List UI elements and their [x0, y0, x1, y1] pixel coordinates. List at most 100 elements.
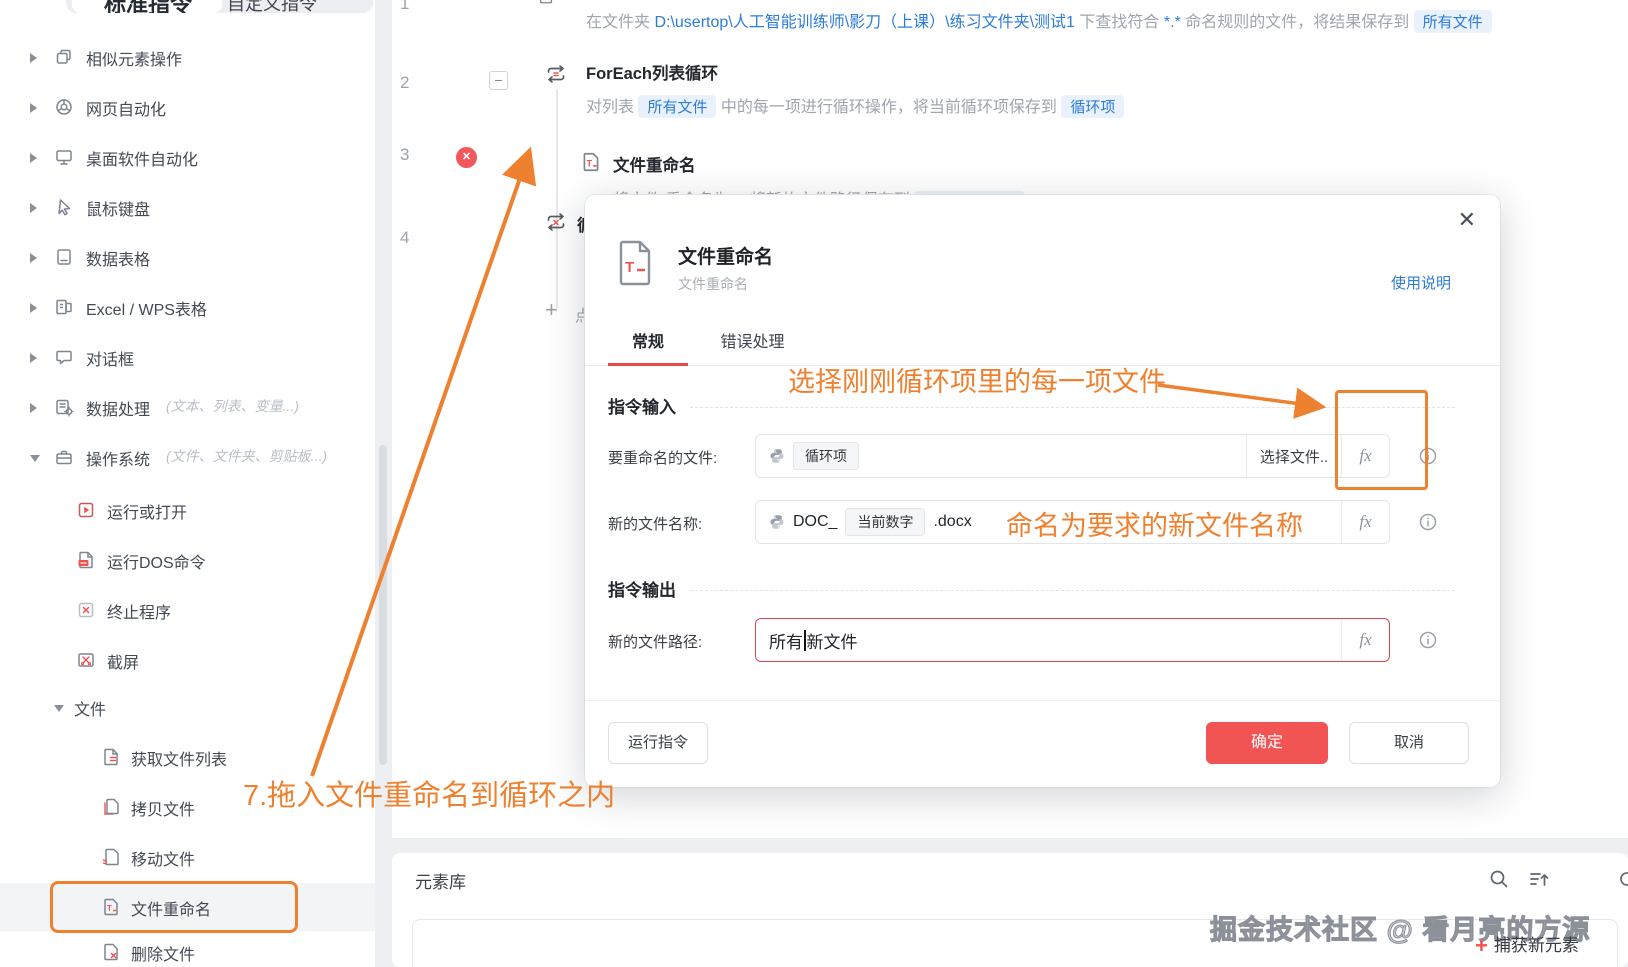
info-icon[interactable]	[1418, 630, 1438, 650]
rename-file-icon: T	[101, 897, 121, 917]
fx-button[interactable]: fx	[1341, 619, 1389, 661]
fx-button[interactable]: fx	[1341, 501, 1389, 543]
sidebar-item-excel-wps[interactable]: Excel / WPS表格	[0, 283, 375, 331]
footer-divider	[585, 700, 1500, 701]
sidebar-item-web-automation[interactable]: 网页自动化	[0, 83, 375, 131]
sort-icon[interactable]	[1528, 868, 1550, 890]
sidebar-item-move-file[interactable]: 移动文件	[0, 833, 375, 881]
flow-step3-title[interactable]: 文件重命名	[613, 152, 696, 176]
annotation-select-note: 选择刚刚循环项里的每一项文件	[788, 367, 1166, 397]
sidebar-item-data-table[interactable]: 数据表格	[0, 233, 375, 281]
web-automation-icon	[54, 97, 74, 117]
chevron-right-icon	[30, 203, 37, 213]
collapse-toggle[interactable]: −	[489, 71, 508, 90]
filename-suffix: .docx	[933, 513, 972, 530]
capture-new-element[interactable]: + 捕获新元素	[1475, 931, 1579, 959]
chevron-down-icon	[54, 705, 64, 712]
dialog-subtitle: 文件重命名	[678, 276, 748, 292]
briefcase-icon	[54, 447, 74, 467]
sidebar-item-file-group[interactable]: 文件	[0, 683, 375, 731]
sidebar-item-similar-elements[interactable]: 相似元素操作	[0, 33, 375, 81]
python-icon	[769, 514, 785, 530]
variable-token[interactable]: 当前数字	[845, 508, 926, 536]
sidebar-scrollbar[interactable]	[379, 445, 387, 765]
speech-bubble-icon	[54, 347, 74, 367]
info-icon[interactable]	[1418, 446, 1438, 466]
filename-prefix: DOC_	[793, 513, 838, 530]
delete-file-icon	[101, 942, 121, 962]
dialog-title: 文件重命名	[678, 247, 774, 268]
sidebar-item-desktop-automation[interactable]: 桌面软件自动化	[0, 133, 375, 181]
file-list-icon	[537, 0, 555, 6]
svg-text:T: T	[625, 259, 634, 276]
tab-error-handling[interactable]: 错误处理	[705, 328, 800, 366]
rename-target-label: 要重命名的文件:	[608, 450, 718, 467]
section-input-label: 指令输入	[608, 398, 676, 417]
variable-chip: 所有文件	[638, 95, 717, 118]
tab-custom-instructions[interactable]: 自定义指令	[227, 0, 317, 13]
cancel-button[interactable]: 取消	[1349, 722, 1469, 764]
run-instruction-button[interactable]: 运行指令	[608, 722, 708, 764]
select-file-button[interactable]: 选择文件..	[1246, 435, 1341, 477]
variable-chip: 所有文件	[1413, 10, 1492, 33]
sidebar-item-operating-system[interactable]: 操作系统 (文件、文件夹、剪贴板...)	[0, 433, 375, 481]
foreach-loop-icon	[544, 62, 568, 86]
info-icon[interactable]	[1418, 512, 1438, 532]
flow-line-number: 4	[400, 228, 410, 247]
chevron-right-icon	[30, 403, 37, 413]
fx-button[interactable]: fx	[1341, 435, 1389, 477]
desktop-icon	[54, 147, 74, 167]
sidebar-item-dialog-box[interactable]: 对话框	[0, 333, 375, 381]
rename-file-icon: T	[580, 150, 602, 174]
new-path-label: 新的文件路径:	[608, 634, 703, 651]
name-pattern: *.*	[1163, 14, 1181, 31]
sidebar-item-screenshot[interactable]: 截屏	[0, 636, 375, 684]
tab-general[interactable]: 常规	[608, 328, 688, 366]
sidebar-item-run-dos[interactable]: 运行DOS命令	[0, 536, 375, 584]
terminate-icon	[76, 600, 96, 620]
help-link[interactable]: 使用说明	[1391, 272, 1451, 293]
file-rename-dialog: ✕ T 文件重命名 文件重命名 使用说明 常规 错误处理 指令输入 要重命名的文…	[585, 195, 1500, 787]
tab-standard-label[interactable]: 标准指令	[104, 0, 192, 13]
similar-elements-icon	[54, 47, 74, 67]
flow-line-number: 1	[400, 0, 410, 13]
plus-icon: +	[1475, 933, 1488, 958]
sidebar-item-delete-file[interactable]: 删除文件	[0, 928, 375, 967]
dos-command-icon	[76, 550, 96, 570]
move-file-icon	[101, 847, 121, 867]
plus-icon[interactable]: +	[545, 297, 558, 323]
annotation-drag-note: 7.拖入文件重命名到循环之内	[243, 780, 616, 812]
variable-token[interactable]: 循环项	[793, 442, 859, 470]
flow-line-number: 2	[400, 73, 410, 92]
run-open-icon	[76, 500, 96, 520]
chevron-right-icon	[30, 53, 37, 63]
section-divider	[690, 590, 1455, 591]
sidebar-item-rename-file[interactable]: T 文件重命名	[0, 883, 375, 931]
sidebar-item-run-or-open[interactable]: 运行或打开	[0, 486, 375, 534]
close-icon[interactable]: ✕	[1458, 209, 1476, 231]
sidebar-item-terminate-program[interactable]: 终止程序	[0, 586, 375, 634]
sidebar-item-data-processing[interactable]: 数据处理 (文本、列表、变量...)	[0, 383, 375, 431]
rename-target-input[interactable]: 循环项 选择文件.. fx	[755, 434, 1390, 478]
chevron-right-icon	[30, 103, 37, 113]
new-path-input[interactable]: 所有 新文件 fx	[755, 618, 1390, 662]
error-badge-icon[interactable]: ✕	[456, 147, 477, 168]
elements-library-title: 元素库	[415, 873, 466, 892]
annotation-name-note: 命名为要求的新文件名称	[1006, 511, 1303, 541]
flow-step2-title[interactable]: ForEach列表循环	[586, 60, 718, 84]
loop-end-icon	[544, 210, 568, 234]
flow-step2-description: 对列表 所有文件 中的每一项进行循环操作，将当前循环项保存到 循环项	[586, 93, 1125, 118]
flow-step1-description[interactable]: 在文件夹 D:\usertop\人工智能训练师\影刀（上课）\练习文件夹\测试1…	[586, 8, 1492, 33]
data-process-icon	[54, 397, 74, 417]
ok-button[interactable]: 确定	[1206, 722, 1328, 764]
chevron-right-icon	[30, 253, 37, 263]
refresh-icon[interactable]	[1616, 868, 1628, 890]
python-icon	[769, 448, 785, 464]
sidebar-item-mouse-keyboard[interactable]: 鼠标键盘	[0, 183, 375, 231]
search-icon[interactable]	[1488, 868, 1510, 890]
chevron-right-icon	[30, 153, 37, 163]
variable-chip: 循环项	[1061, 95, 1125, 118]
copy-file-icon	[101, 797, 121, 817]
text-cursor	[804, 629, 806, 651]
loop-indent-line	[556, 90, 558, 308]
